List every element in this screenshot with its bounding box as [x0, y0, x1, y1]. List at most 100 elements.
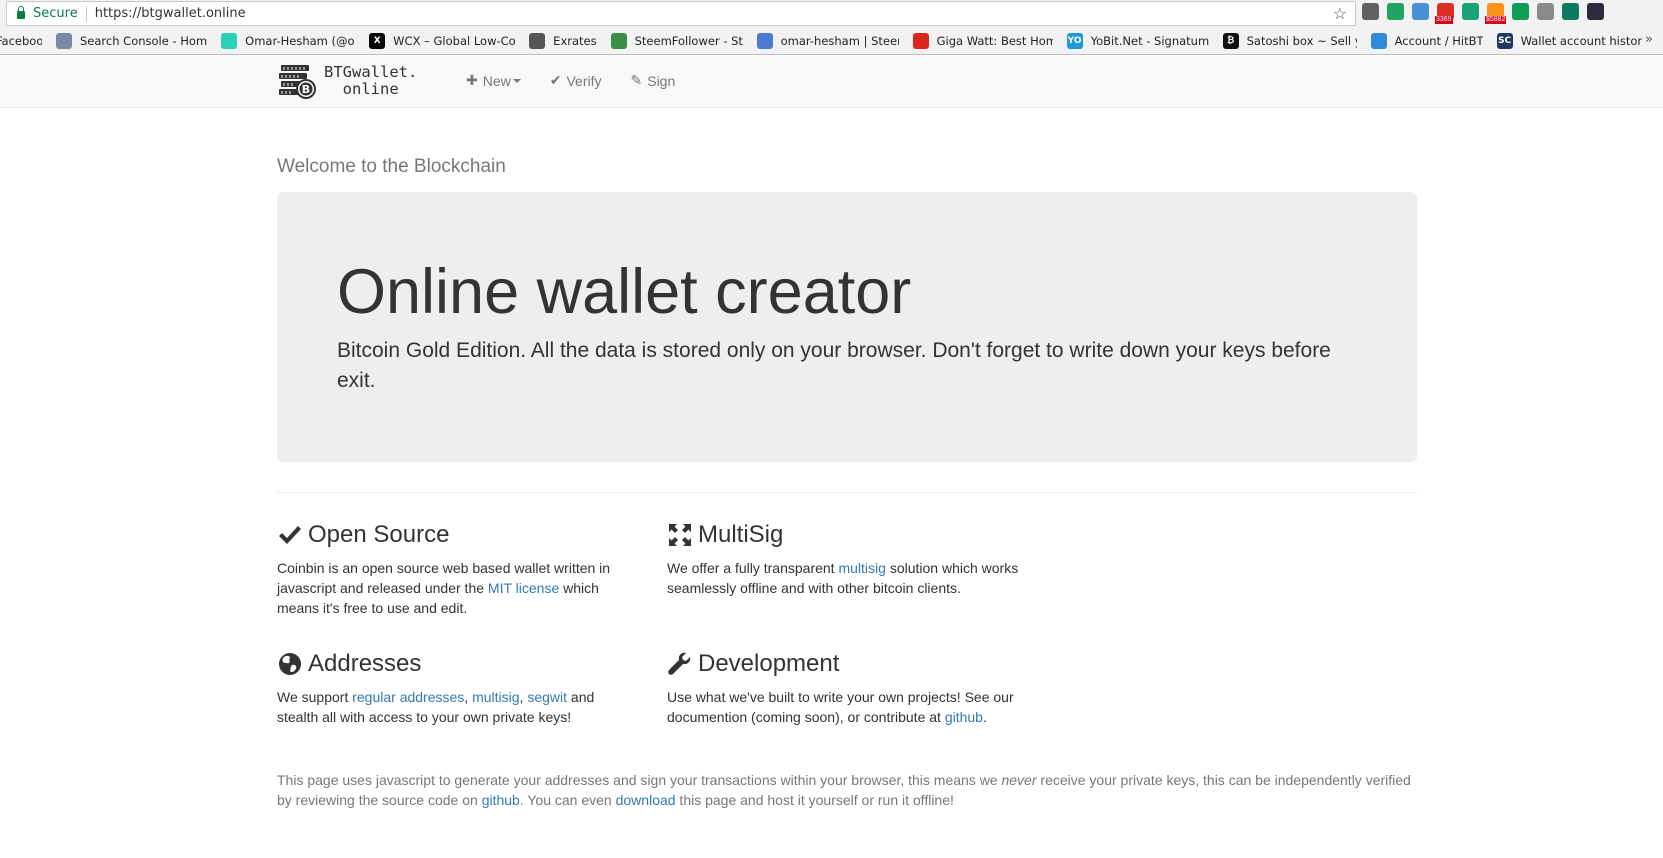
drive-extension-icon[interactable] — [1387, 3, 1404, 20]
bookmark-favicon-icon — [756, 32, 773, 49]
bookmark-label: WCX – Global Low-Co — [393, 33, 516, 48]
bookmark-favicon-icon — [56, 32, 72, 49]
more-bookmarks-icon[interactable]: » — [1645, 32, 1653, 47]
feature-heading: Open Source — [277, 520, 637, 550]
nav-verify[interactable]: ✔ Verify — [550, 72, 602, 89]
feature-open-source: Open Source Coinbin is an open source we… — [277, 520, 637, 618]
bookmark-item[interactable]: YO YoBit.Net - Signatum — [1066, 32, 1209, 49]
bookmark-label: Giga Watt: Best Home — [936, 33, 1053, 48]
bookmark-item[interactable]: ₿ Satoshi box ~ Sell you — [1222, 32, 1357, 49]
regular-addresses-link[interactable]: regular addresses — [352, 689, 464, 705]
fullscreen-arrows-icon — [667, 523, 693, 547]
bookmark-label: Facebook — [0, 33, 42, 48]
bookmark-favicon-icon — [610, 32, 627, 49]
url-text[interactable]: https://btgwallet.online — [95, 6, 246, 21]
secure-label: Secure — [33, 6, 78, 21]
multisig-link[interactable]: multisig — [838, 560, 885, 576]
feature-development: Development Use what we've built to writ… — [667, 649, 1027, 727]
github-link[interactable]: github — [945, 709, 983, 725]
multisig-addresses-link[interactable]: multisig — [472, 689, 519, 705]
text: , — [464, 689, 473, 705]
coin-stack-logo-icon: B — [279, 65, 316, 99]
feature-text: Coinbin is an open source web based wall… — [277, 558, 637, 618]
bookmark-item[interactable]: Omar-Hesham (@om — [221, 32, 356, 49]
globe-icon — [277, 652, 303, 676]
bookmark-star-icon[interactable]: ☆ — [1333, 4, 1347, 24]
brand-link[interactable]: B BTGwallet. online — [278, 62, 417, 100]
divider — [277, 492, 1417, 493]
bookmark-favicon-icon: SC — [1496, 32, 1513, 49]
bookmark-favicon-icon — [529, 32, 546, 49]
jumbotron: Online wallet creator Bitcoin Gold Editi… — [277, 192, 1417, 462]
nav-new-label: New — [482, 72, 511, 89]
extension-badge: 3369 — [1435, 16, 1453, 24]
bookmark-favicon-icon: YO — [1066, 32, 1083, 49]
bookmark-item[interactable]: Account / HitBTC — [1370, 32, 1483, 49]
divider — [85, 5, 87, 22]
text: This page uses javascript to generate yo… — [277, 772, 1002, 788]
plus-icon: ✚ — [466, 72, 478, 88]
phone-extension-icon[interactable] — [1512, 3, 1529, 20]
nav-sign[interactable]: ✎ Sign — [631, 72, 676, 89]
bookmark-favicon-icon: X — [369, 32, 386, 49]
bookmark-item[interactable]: Exrates — [529, 32, 597, 49]
feature-addresses: Addresses We support regular addresses, … — [277, 649, 637, 727]
lock-icon — [17, 6, 25, 19]
bookmark-favicon-icon — [912, 32, 929, 49]
site-navbar: B BTGwallet. online ✚ New ✔ Verify ✎ Sig… — [0, 56, 1663, 108]
mit-license-link[interactable]: MIT license — [488, 580, 559, 596]
feature-text: We support regular addresses, multisig, … — [277, 687, 637, 727]
bookmark-item[interactable]: Search Console - Hom — [56, 32, 208, 49]
nav-new-dropdown[interactable]: ✚ New — [466, 72, 521, 89]
key-extension-icon[interactable] — [1462, 3, 1479, 20]
gmail-extension-icon[interactable]: 3369 — [1435, 3, 1454, 24]
text: . You can even — [519, 792, 616, 808]
brand-line-1: BTGwallet. — [324, 63, 418, 81]
bitcoin-extension-icon[interactable]: $5882 — [1485, 3, 1507, 24]
bookmark-item[interactable]: SteemFollower - Stee — [610, 32, 743, 49]
text: . — [982, 709, 987, 725]
bookmark-label: Exrates — [553, 33, 597, 48]
pencil-icon: ✎ — [630, 72, 643, 88]
bookmark-label: Satoshi box ~ Sell you — [1246, 33, 1357, 48]
github-source-link[interactable]: github — [482, 792, 520, 808]
bookmark-item[interactable]: Giga Watt: Best Home — [912, 32, 1053, 49]
bookmark-favicon-icon: ₿ — [1222, 32, 1239, 49]
avatar-extension-icon[interactable] — [1587, 3, 1604, 20]
svg-text:B: B — [302, 83, 310, 96]
person-extension-icon[interactable] — [1412, 3, 1429, 20]
bookmark-item[interactable]: SC Wallet account histor — [1496, 32, 1642, 49]
bookmark-item[interactable]: omar-hesham | Steem — [756, 32, 899, 49]
extension-badge: $5882 — [1485, 16, 1507, 24]
feature-title: Open Source — [308, 521, 450, 548]
feature-title: MultiSig — [698, 521, 784, 548]
feature-heading: Development — [667, 649, 1027, 679]
text: this page and host it yourself or run it… — [675, 792, 954, 808]
bookmark-label: Omar-Hesham (@om — [245, 33, 356, 48]
feature-multisig: MultiSig We offer a fully transparent mu… — [667, 520, 1027, 598]
bookmark-favicon-icon — [1370, 32, 1387, 49]
welcome-heading: Welcome to the Blockchain — [277, 156, 506, 177]
privacy-note: This page uses javascript to generate yo… — [277, 770, 1417, 810]
jumbotron-title: Online wallet creator — [337, 257, 912, 327]
feature-title: Development — [698, 650, 840, 677]
wrench-icon — [667, 652, 693, 676]
download-link[interactable]: download — [616, 792, 676, 808]
address-bar[interactable]: Secure https://btgwallet.online ☆ — [6, 1, 1356, 26]
feature-text: Use what we've built to write your own p… — [667, 687, 1027, 727]
feature-heading: MultiSig — [667, 520, 1027, 550]
bulb-extension-icon[interactable] — [1362, 3, 1379, 20]
bookmark-label: Search Console - Hom — [80, 33, 208, 48]
bookmark-label: omar-hesham | Steem — [780, 33, 899, 48]
segwit-link[interactable]: segwit — [527, 689, 567, 705]
feature-text: We offer a fully transparent multisig so… — [667, 558, 1027, 598]
pause-badge-extension-icon[interactable] — [1562, 3, 1579, 20]
jumbotron-subtitle: Bitcoin Gold Edition. All the data is st… — [337, 339, 1331, 392]
nav-menu: ✚ New ✔ Verify ✎ Sign — [466, 72, 704, 89]
eye-extension-icon[interactable] — [1537, 3, 1554, 20]
bookmark-item[interactable]: X WCX – Global Low-Co — [369, 32, 516, 49]
bookmark-label: YoBit.Net - Signatum — [1090, 33, 1209, 48]
bookmark-label: Account / HitBTC — [1394, 33, 1483, 48]
bookmark-item[interactable]: Facebook — [0, 34, 42, 48]
text: We support — [277, 689, 353, 705]
